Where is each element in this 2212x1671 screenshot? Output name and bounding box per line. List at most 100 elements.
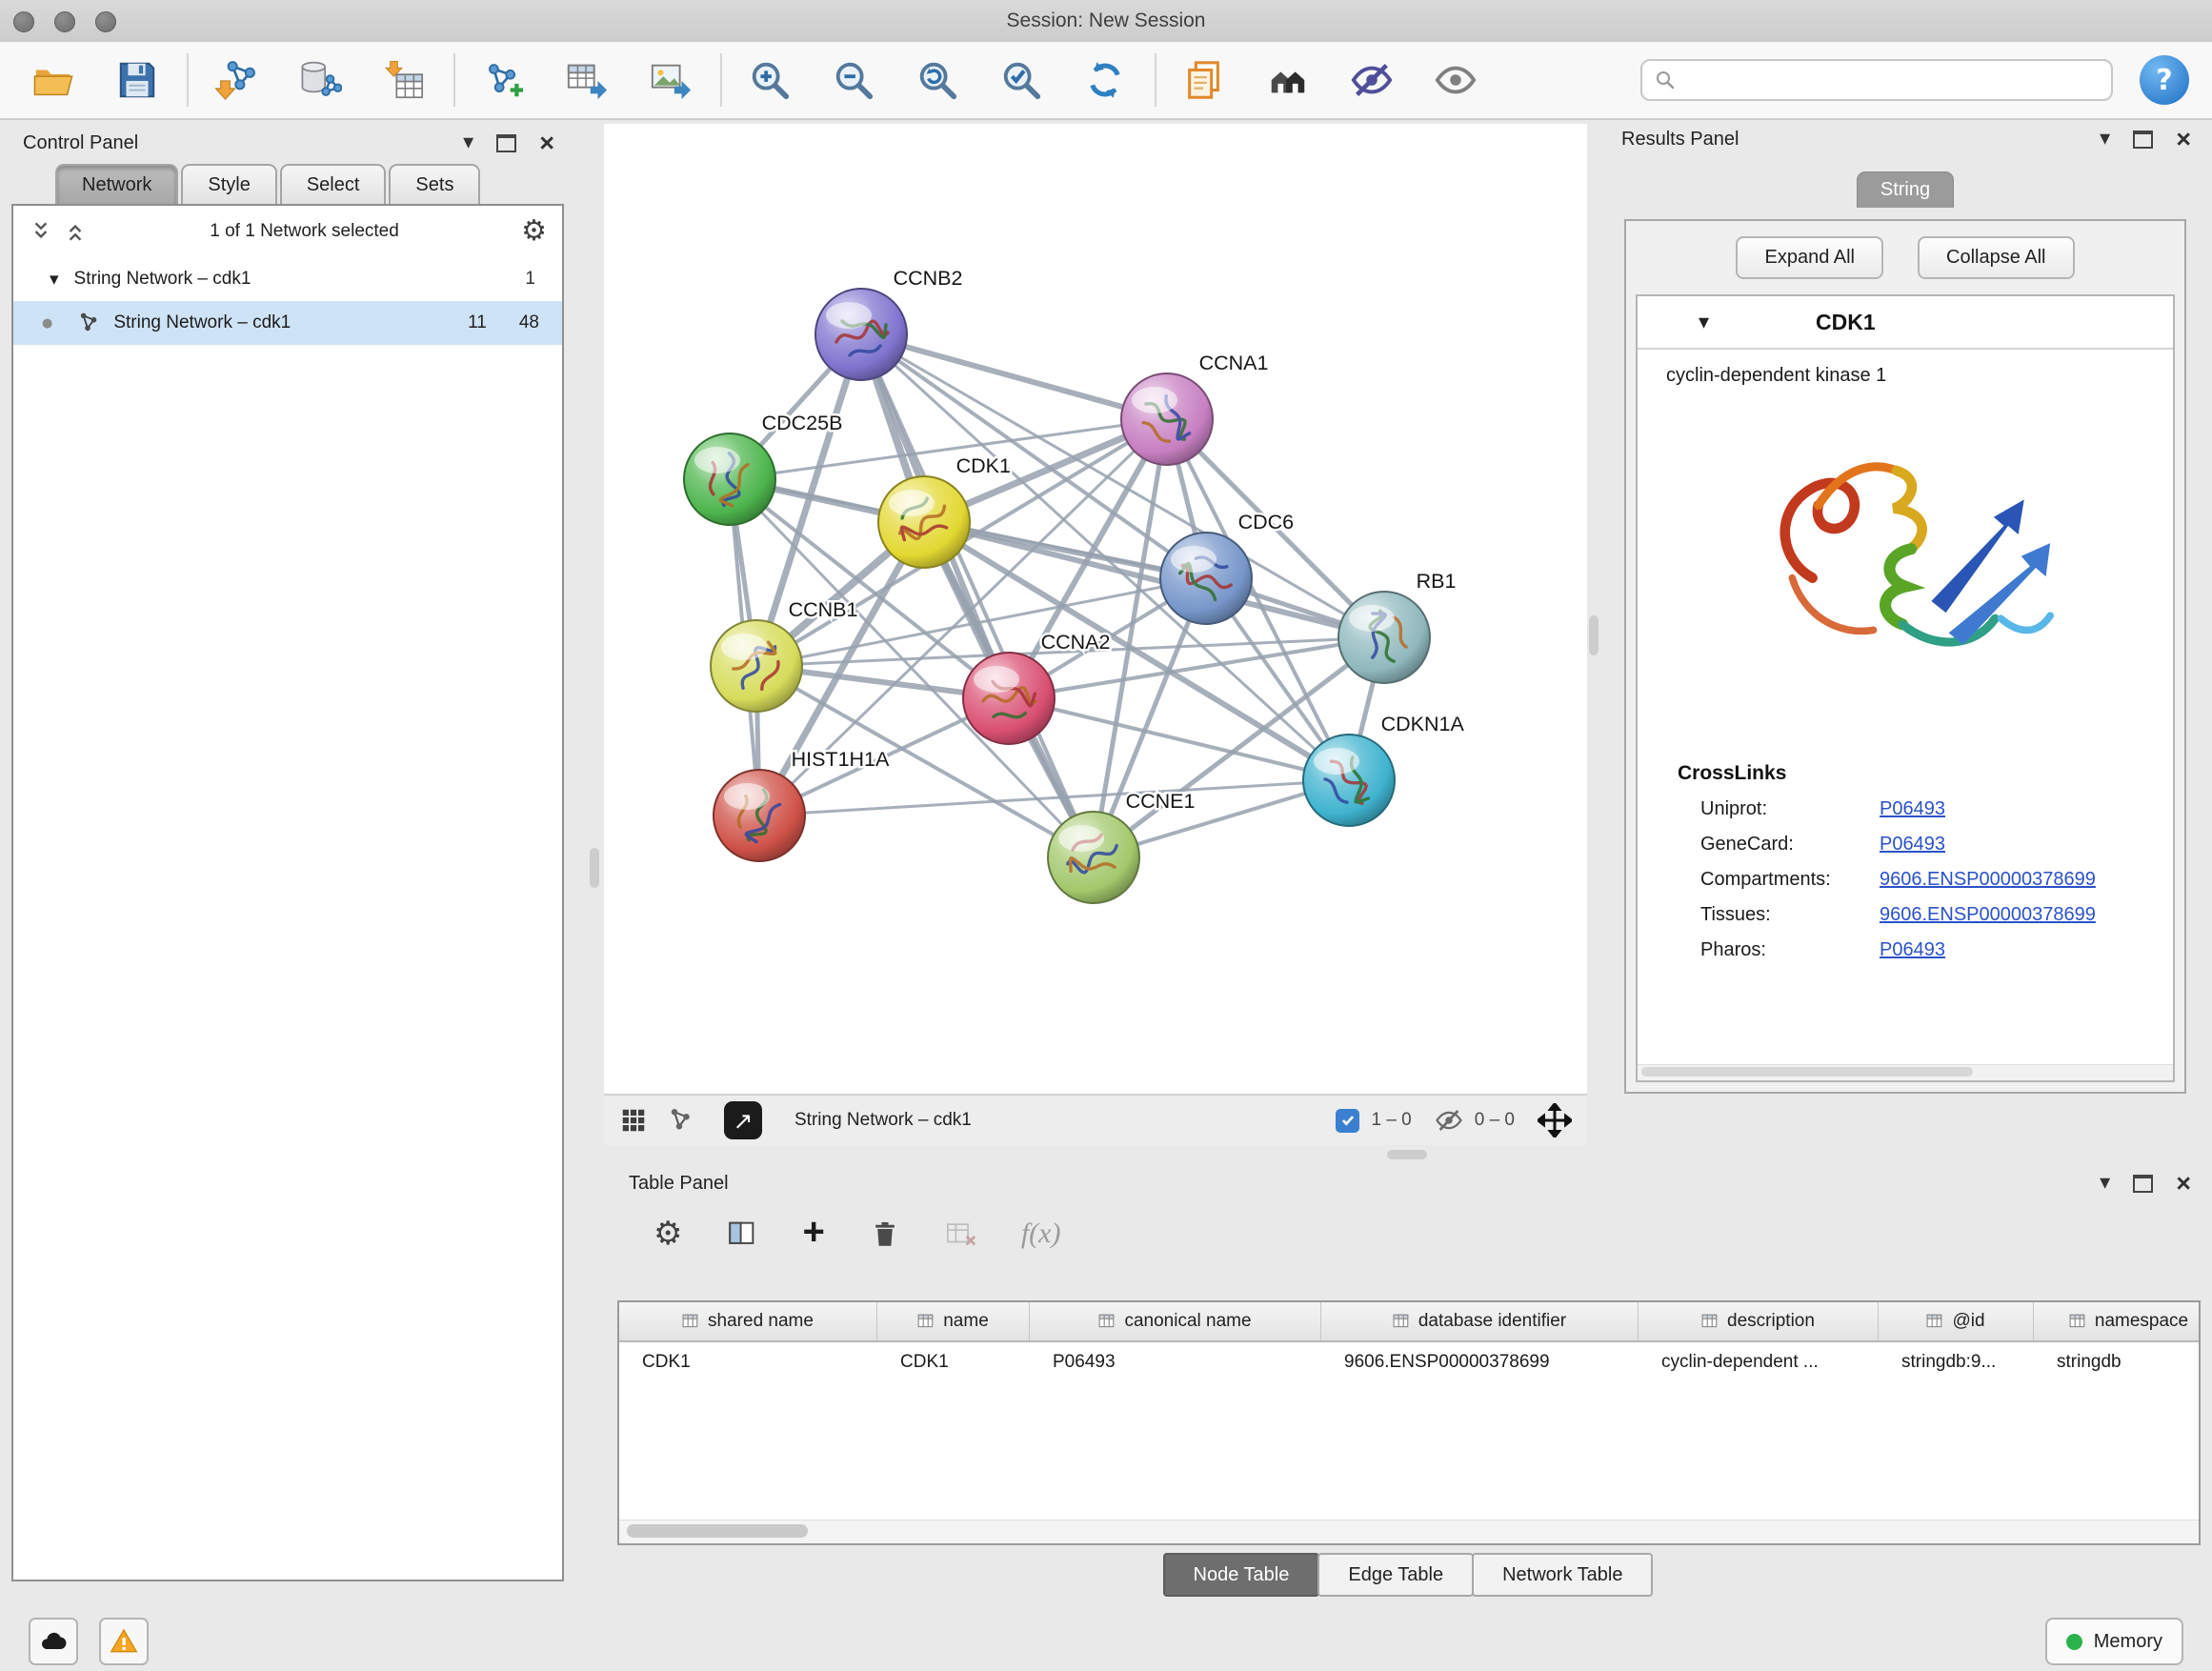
expand-all-networks-icon[interactable] [63,219,88,244]
table-cell[interactable]: CDK1 [877,1352,1030,1373]
scrollbar-thumb[interactable] [627,1524,808,1538]
export-table-icon [565,58,609,102]
float-panel-icon[interactable] [2133,131,2153,149]
network-overview-icon[interactable] [665,1106,694,1135]
tab-style[interactable]: Style [181,164,276,204]
network-canvas[interactable]: CCNB2CCNA1CDC25BCDK1CDC6RB1CCNB1CCNA2CDK… [604,124,1587,1094]
close-panel-icon[interactable]: × [2176,1171,2191,1197]
splitter-handle-right[interactable] [1589,615,1599,655]
import-table-from-file-button[interactable] [373,50,434,111]
tab-string[interactable]: String [1857,171,1954,208]
table-cell[interactable]: 9606.ENSP00000378699 [1321,1352,1639,1373]
results-scrollbar[interactable] [1638,1064,2173,1080]
crosslink-link[interactable]: 9606.ENSP00000378699 [1880,869,2096,891]
first-neighbors-button[interactable] [1257,50,1318,111]
table-row[interactable]: CDK1CDK1P064939606.ENSP00000378699cyclin… [619,1342,2199,1382]
import-network-from-file-button[interactable] [206,50,267,111]
crosslink-link[interactable]: 9606.ENSP00000378699 [1880,904,2096,926]
gear-icon[interactable]: ⚙ [521,217,547,246]
tab-edge-table[interactable]: Edge Table [1317,1553,1474,1597]
help-button[interactable]: ? [2140,55,2189,105]
scrollbar-thumb[interactable] [1641,1067,1973,1077]
crosslink-link[interactable]: P06493 [1880,798,1945,820]
network-node-RB1[interactable]: RB1 [1338,570,1456,683]
table-settings-gear-icon[interactable]: ⚙ [654,1218,682,1250]
tab-select[interactable]: Select [280,164,387,204]
zoom-out-button[interactable] [823,50,884,111]
float-panel-icon[interactable] [2133,1175,2153,1193]
zoom-fit-button[interactable] [907,50,968,111]
tab-sets[interactable]: Sets [389,164,480,204]
add-column-icon[interactable]: + [802,1213,824,1251]
copy-document-button[interactable] [1174,50,1235,111]
tab-network-table[interactable]: Network Table [1472,1553,1653,1597]
entry-caret-icon[interactable]: ▾ [1699,311,1709,334]
column-header-namespace[interactable]: namespace [2034,1302,2201,1340]
table-scrollbar[interactable] [619,1520,2199,1543]
pan-crosshair-icon[interactable] [1538,1103,1572,1137]
status-bar: Memory [0,1612,2212,1671]
birdseye-toggle-button[interactable]: ↗ [724,1101,762,1139]
search-input[interactable] [1684,69,2100,92]
open-session-button[interactable] [23,50,84,111]
column-header-shared-name[interactable]: shared name [619,1302,877,1340]
hide-selected-button[interactable] [1341,50,1402,111]
table-cell[interactable]: CDK1 [619,1352,877,1373]
export-table-button[interactable] [556,50,617,111]
column-header-database-identifier[interactable]: database identifier [1321,1302,1639,1340]
tab-node-table[interactable]: Node Table [1163,1553,1320,1597]
column-header--id[interactable]: @id [1879,1302,2034,1340]
network-collection-row[interactable]: ▾ String Network – cdk1 1 [13,257,562,301]
column-header-name[interactable]: name [877,1302,1030,1340]
network-node-CCNA1[interactable]: CCNA1 [1121,352,1268,465]
warnings-button[interactable] [99,1618,149,1665]
network-node-CCNB1[interactable]: CCNB1 [711,598,857,712]
table-cell[interactable]: cyclin-dependent ... [1639,1352,1879,1373]
show-all-button[interactable] [1425,50,1486,111]
selected-checkbox-icon[interactable] [1336,1109,1359,1133]
column-header-description[interactable]: description [1639,1302,1879,1340]
panel-menu-icon[interactable]: ▾ [2100,1173,2110,1194]
float-panel-icon[interactable] [496,134,516,152]
close-panel-icon[interactable]: × [2176,127,2191,152]
protein-entry-header[interactable]: ▾ CDK1 [1638,296,2173,350]
function-builder-icon[interactable]: f(x) [1021,1218,1061,1250]
splitter-handle-left[interactable] [590,848,599,888]
column-header-canonical-name[interactable]: canonical name [1030,1302,1321,1340]
show-columns-icon[interactable] [726,1218,758,1250]
network-node-CDKN1A[interactable]: CDKN1A [1303,713,1464,826]
table-panel-header: Table Panel ▾ × [617,1164,2201,1202]
collapse-all-button[interactable]: Collapse All [1918,236,2075,279]
refresh-network-button[interactable] [1075,50,1136,111]
import-network-from-database-button[interactable] [290,50,351,111]
delete-column-trash-icon[interactable] [869,1218,901,1250]
splitter-handle-horizontal[interactable] [1387,1150,1427,1159]
zoom-selected-button[interactable] [991,50,1052,111]
network-node-CCNB2[interactable]: CCNB2 [815,267,962,380]
hidden-eye-icon[interactable] [1435,1106,1463,1135]
expand-all-button[interactable]: Expand All [1736,236,1883,279]
collapse-all-networks-icon[interactable] [29,219,53,244]
table-cell[interactable]: stringdb [2034,1352,2201,1373]
network-row-selected[interactable]: ● String Network – cdk1 11 48 [13,301,562,345]
tree-caret-icon[interactable]: ▾ [50,269,59,290]
table-cell[interactable]: P06493 [1030,1352,1321,1373]
new-network-from-selection-button[interactable] [473,50,533,111]
table-cell[interactable]: stringdb:9... [1879,1352,2034,1373]
close-panel-icon[interactable]: × [539,131,554,156]
save-session-button[interactable] [107,50,168,111]
network-node-HIST1H1A[interactable]: HIST1H1A [714,748,890,861]
memory-button[interactable]: Memory [2045,1618,2183,1665]
panel-menu-icon[interactable]: ▾ [463,132,473,153]
search-box[interactable] [1640,59,2113,101]
grid-view-icon[interactable] [619,1106,648,1135]
zoom-in-button[interactable] [739,50,800,111]
crosslink-link[interactable]: P06493 [1880,834,1945,856]
network-graph[interactable]: CCNB2CCNA1CDC25BCDK1CDC6RB1CCNB1CCNA2CDK… [604,124,1587,1094]
cloud-button[interactable] [29,1618,78,1665]
crosslink-link[interactable]: P06493 [1880,939,1945,961]
network-node-CDK1[interactable]: CDK1 [878,454,1011,568]
export-image-button[interactable] [640,50,701,111]
tab-network[interactable]: Network [55,164,178,204]
panel-menu-icon[interactable]: ▾ [2100,129,2110,150]
